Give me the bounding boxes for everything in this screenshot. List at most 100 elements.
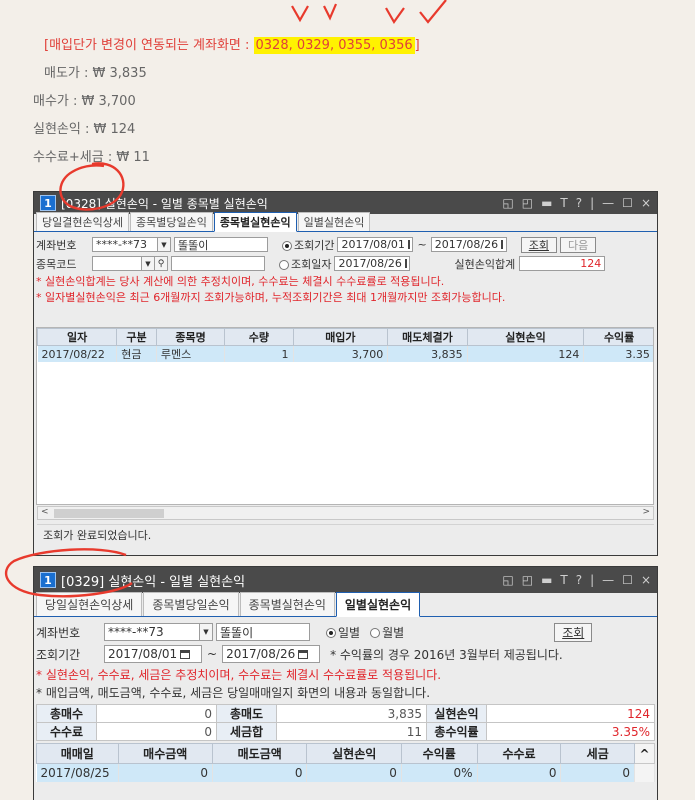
- period-separator: ~: [207, 647, 218, 661]
- titlebar-buttons: ◱ ◰ ▬ T ? | — ☐ ×: [502, 196, 651, 210]
- query-button[interactable]: 조회: [554, 622, 593, 642]
- copy-icon[interactable]: ◰: [522, 573, 533, 587]
- pin-icon[interactable]: ▬: [541, 196, 552, 210]
- col-header[interactable]: 수수료: [476, 743, 562, 764]
- memo-line: 매수가 : ₩ 3,700: [33, 94, 136, 109]
- cell-buy-amount: 0: [118, 763, 214, 782]
- minimize-icon[interactable]: —: [602, 196, 614, 210]
- window-titlebar[interactable]: 1 [0328] 실현손익 - 일별 종목별 실현손익 ◱ ◰ ▬ T ? | …: [34, 192, 657, 214]
- col-header[interactable]: 실현손익: [306, 743, 402, 764]
- window-0328: 1 [0328] 실현손익 - 일별 종목별 실현손익 ◱ ◰ ▬ T ? | …: [33, 191, 658, 556]
- radio-off-icon: [370, 628, 381, 638]
- col-header[interactable]: 수익률: [400, 743, 478, 764]
- total-label: 실현손익합계: [454, 257, 516, 271]
- font-icon[interactable]: T: [560, 573, 567, 587]
- window-titlebar[interactable]: 1 [0329] 실현손익 - 일별 실현손익 ◱ ◰ ▬ T ? | — ☐ …: [34, 567, 657, 593]
- scroll-track[interactable]: [634, 763, 656, 782]
- next-button[interactable]: 다음: [559, 236, 597, 253]
- chevron-down-icon[interactable]: ▼: [142, 256, 155, 271]
- tab-daily-realized[interactable]: 일별실현손익: [297, 212, 371, 231]
- realized-grid: 일자 구분 종목명 수량 매입가 매도체결가 실현손익 수익률 수 2017/0…: [36, 327, 654, 505]
- summary-row: 총매수 0 총매도 3,835 실현손익 124: [36, 704, 655, 723]
- chevron-down-icon[interactable]: ▼: [200, 623, 213, 641]
- calendar-icon[interactable]: [501, 240, 504, 249]
- stock-code-input[interactable]: [92, 256, 142, 271]
- calendar-icon[interactable]: [180, 649, 191, 659]
- grid-header: 매매일 매수금액 매도금액 실현손익 수익률 수수료 세금 ^: [36, 743, 656, 764]
- cell-realized: 0: [306, 763, 402, 782]
- tab-stock-daily[interactable]: 종목별당일손익: [129, 212, 213, 231]
- summary-value: 0: [96, 704, 217, 723]
- col-header[interactable]: 종목명: [155, 328, 226, 346]
- period-to-input[interactable]: 2017/08/26: [430, 237, 507, 252]
- note-line: * 실현손익합계는 당사 계산에 의한 추정치이며, 수수료는 체결시 수수료률…: [36, 275, 445, 288]
- period-from-input[interactable]: 2017/08/01: [104, 645, 202, 663]
- col-header[interactable]: 수량: [224, 328, 294, 346]
- tab-daily-realized[interactable]: 일별실현손익: [335, 592, 421, 617]
- col-header[interactable]: 매도체결가: [387, 328, 468, 346]
- chevron-right-icon[interactable]: >: [642, 507, 650, 517]
- minimize-icon[interactable]: —: [602, 573, 614, 587]
- maximize-icon[interactable]: ☐: [622, 196, 633, 210]
- col-header[interactable]: 일자: [37, 328, 118, 346]
- link-icon[interactable]: ◱: [502, 196, 513, 210]
- font-icon[interactable]: T: [560, 196, 567, 210]
- close-icon[interactable]: ×: [641, 573, 651, 587]
- col-header[interactable]: 세금: [560, 743, 635, 764]
- date-input[interactable]: 2017/08/26: [334, 256, 411, 271]
- chevron-up-icon[interactable]: ^: [633, 743, 656, 764]
- maximize-icon[interactable]: ☐: [622, 573, 633, 587]
- radio-off-icon: [279, 259, 289, 270]
- cell-sell-price: 3,835: [387, 345, 468, 362]
- monthly-radio[interactable]: 월별: [370, 624, 404, 641]
- tab-bar: 당일결현손익상세 종목별당일손익 종목별실현손익 일별실현손익: [34, 212, 657, 232]
- col-header[interactable]: 구분: [116, 328, 157, 346]
- date-radio[interactable]: 조회일자: [279, 256, 331, 272]
- search-icon[interactable]: ⚲: [155, 256, 168, 271]
- scroll-thumb[interactable]: [54, 509, 164, 518]
- account-input[interactable]: ****-**73: [92, 237, 158, 252]
- col-header[interactable]: 매입가: [292, 328, 389, 346]
- col-header[interactable]: 매도금액: [211, 743, 308, 764]
- help-icon[interactable]: ?: [576, 573, 582, 587]
- col-header[interactable]: 수익률: [583, 328, 653, 346]
- period-radio[interactable]: 조회기간: [282, 237, 334, 253]
- summary-value: 124: [486, 704, 655, 723]
- summary-key: 실현손익: [426, 704, 487, 723]
- copy-icon[interactable]: ◰: [522, 196, 533, 210]
- table-row[interactable]: 2017/08/22 현금 루멘스 1 3,700 3,835 124 3.35: [37, 345, 653, 362]
- calendar-icon[interactable]: [298, 649, 309, 659]
- link-icon[interactable]: ◱: [502, 573, 513, 587]
- period-from-input[interactable]: 2017/08/01: [337, 237, 414, 252]
- tab-stock-realized[interactable]: 종목별실현손익: [239, 592, 335, 616]
- help-icon[interactable]: ?: [576, 196, 582, 210]
- cell-stock: 루멘스: [156, 345, 226, 362]
- daily-radio[interactable]: 일별: [326, 624, 360, 641]
- col-header[interactable]: 실현손익: [466, 328, 585, 346]
- window-number-icon: 1: [40, 195, 56, 211]
- chevron-down-icon[interactable]: ▼: [158, 237, 171, 252]
- col-header[interactable]: 매매일: [36, 743, 119, 764]
- tab-daily-detail[interactable]: 당일결현손익상세: [36, 212, 129, 231]
- query-button[interactable]: 조회: [520, 236, 557, 253]
- tab-stock-realized[interactable]: 종목별실현손익: [213, 212, 297, 232]
- close-icon[interactable]: ×: [641, 196, 651, 210]
- cell-return: 0%: [401, 763, 478, 782]
- period-to-input[interactable]: 2017/08/26: [222, 645, 321, 663]
- table-row[interactable]: 2017/08/25 0 0 0 0% 0 0: [36, 763, 656, 782]
- col-header[interactable]: 매수금액: [117, 743, 214, 764]
- horizontal-scrollbar[interactable]: < >: [37, 506, 654, 520]
- pin-icon[interactable]: ▬: [541, 573, 552, 587]
- cell-type: 현금: [116, 345, 157, 362]
- cell-return: 3.35: [583, 345, 653, 362]
- stock-row: 종목코드 ▼ ⚲ 조회일자 2017/08/26 실현손익합계 124: [34, 254, 657, 273]
- cell-qty: 1: [224, 345, 294, 362]
- calendar-icon[interactable]: [404, 259, 407, 268]
- tab-stock-daily[interactable]: 종목별당일손익: [143, 592, 239, 616]
- account-input[interactable]: ****-**73: [104, 623, 200, 641]
- summary-value: 3,835: [276, 704, 427, 723]
- summary-key: 총수익률: [426, 722, 487, 741]
- tab-daily-detail[interactable]: 당일실현손익상세: [36, 592, 143, 616]
- calendar-icon[interactable]: [407, 240, 410, 249]
- chevron-left-icon[interactable]: <: [41, 507, 49, 517]
